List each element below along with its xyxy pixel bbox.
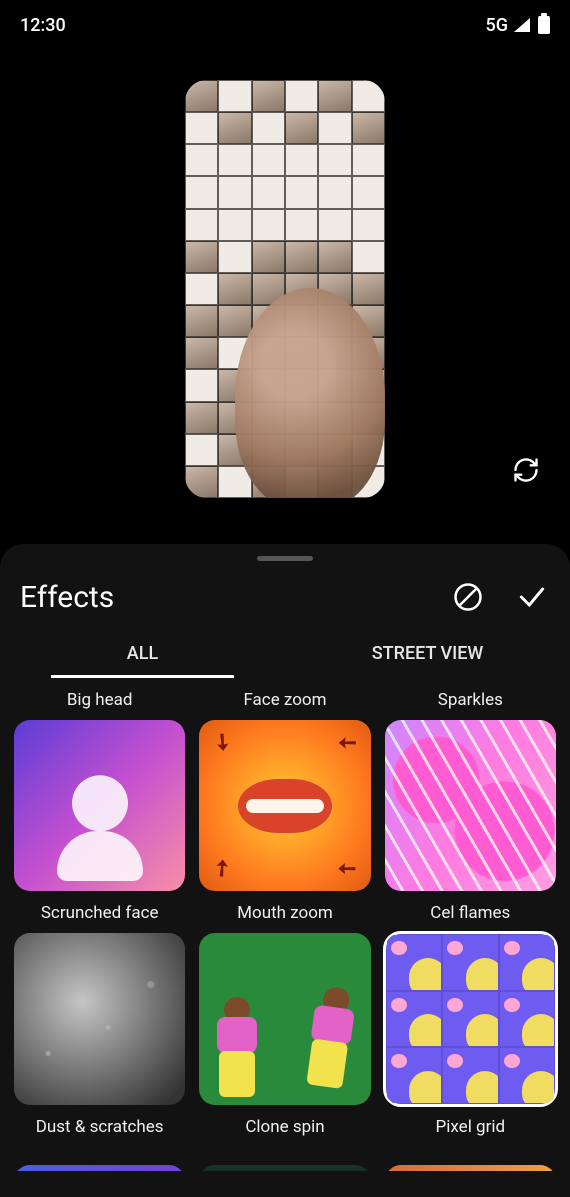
status-time: 12:30	[20, 15, 66, 36]
clone-person-icon	[298, 984, 363, 1090]
camera-preview-area	[0, 50, 570, 508]
refresh-icon	[512, 456, 540, 484]
effects-label-row-1: Scrunched face Mouth zoom Cel flames	[14, 899, 556, 933]
effects-panel: Effects ALL STREET VIEW Big head Face zo…	[0, 544, 570, 1197]
tab-all[interactable]: ALL	[0, 633, 285, 678]
ban-icon	[453, 582, 483, 612]
pixel-grid-effect-overlay	[185, 80, 385, 498]
effect-clone-spin[interactable]	[199, 933, 370, 1104]
clear-effect-button[interactable]	[450, 579, 486, 615]
preview-viewport[interactable]	[185, 80, 385, 498]
effect-label-big-head: Big head	[14, 686, 185, 720]
lips-icon	[238, 779, 332, 833]
effect-label-face-zoom: Face zoom	[199, 686, 370, 720]
effects-label-row-0: Big head Face zoom Sparkles	[14, 686, 556, 720]
effect-scrunched-face[interactable]	[14, 720, 185, 891]
arrow-icon: ➘	[332, 727, 363, 758]
effects-thumb-row-2	[14, 933, 556, 1104]
effects-label-row-2: Dust & scratches Clone spin Pixel grid	[14, 1113, 556, 1147]
category-tabs: ALL STREET VIEW	[0, 625, 570, 678]
panel-actions	[450, 579, 550, 615]
effect-label-mouth-zoom: Mouth zoom	[199, 899, 370, 933]
switch-camera-button[interactable]	[508, 452, 544, 488]
effects-thumb-row-1: ➘ ➘ ➚ ➚	[14, 720, 556, 891]
effect-label-scrunched-face: Scrunched face	[14, 899, 185, 933]
clone-person-icon	[211, 997, 263, 1097]
panel-header: Effects	[0, 561, 570, 625]
arrow-icon: ➚	[207, 853, 237, 884]
status-right: 5G	[486, 15, 551, 36]
network-label: 5G	[486, 15, 509, 36]
effect-mouth-zoom[interactable]: ➘ ➘ ➚ ➚	[199, 720, 370, 891]
effect-label-pixel-grid: Pixel grid	[385, 1113, 556, 1147]
battery-icon	[538, 16, 550, 34]
tab-street-view[interactable]: STREET VIEW	[285, 633, 570, 678]
panel-title: Effects	[20, 580, 114, 615]
effect-next-3[interactable]	[385, 1165, 556, 1171]
effect-next-1[interactable]	[14, 1165, 185, 1171]
effect-label-sparkles: Sparkles	[385, 686, 556, 720]
arrow-icon: ➘	[207, 727, 237, 758]
effects-scroll[interactable]: Big head Face zoom Sparkles ➘ ➘ ➚ ➚ Scru…	[0, 678, 570, 1171]
effects-thumb-row-3-partial	[14, 1165, 556, 1171]
effect-pixel-grid[interactable]	[385, 933, 556, 1104]
effect-label-dust-scratches: Dust & scratches	[14, 1113, 185, 1147]
effect-label-clone-spin: Clone spin	[199, 1113, 370, 1147]
arrow-icon: ➚	[332, 853, 363, 884]
effect-dust-scratches[interactable]	[14, 933, 185, 1104]
effect-label-cel-flames: Cel flames	[385, 899, 556, 933]
status-bar: 12:30 5G	[0, 0, 570, 50]
confirm-button[interactable]	[514, 579, 550, 615]
check-icon	[516, 581, 548, 613]
signal-icon	[514, 18, 530, 32]
effect-next-2[interactable]	[199, 1165, 370, 1171]
effect-cel-flames[interactable]	[385, 720, 556, 891]
